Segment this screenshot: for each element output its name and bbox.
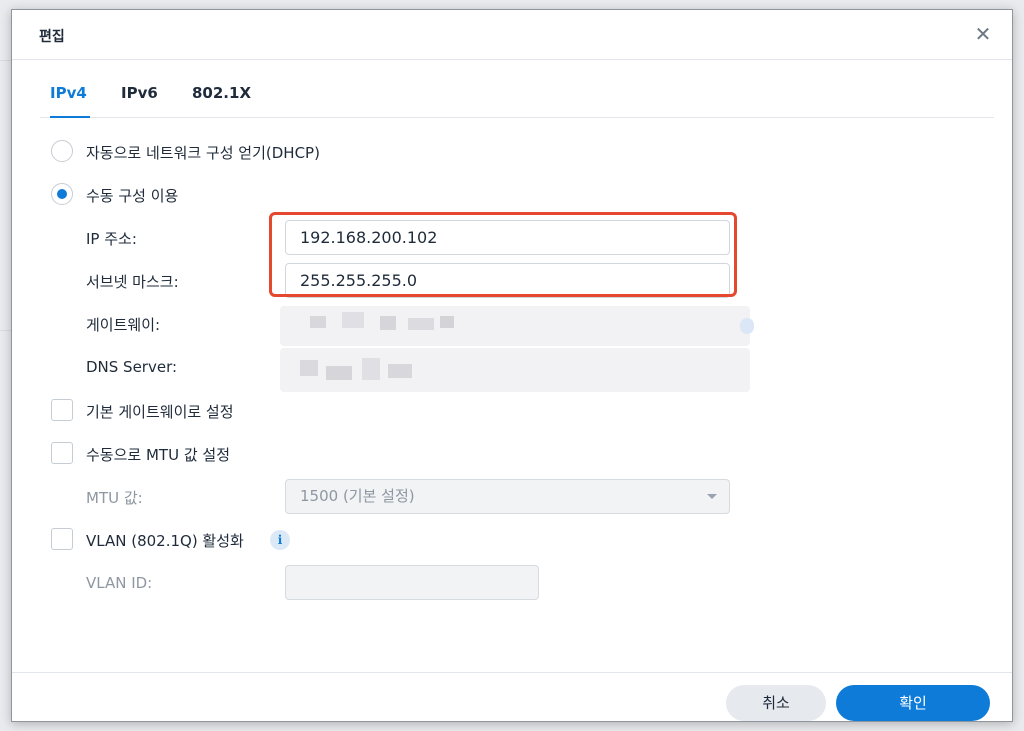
- redaction-pixel: [440, 316, 454, 328]
- mtu-value-label: MTU 값:: [86, 489, 143, 507]
- mtu-selected-value: 1500 (기본 설정): [300, 487, 415, 505]
- vlan-checkbox[interactable]: [51, 528, 73, 550]
- manual-config-label: 수동 구성 이용: [86, 187, 179, 205]
- tab-ipv6[interactable]: IPv6: [121, 84, 158, 102]
- chevron-down-icon: [707, 494, 717, 499]
- dhcp-label: 자동으로 네트워크 구성 얻기(DHCP): [86, 144, 320, 162]
- manual-mtu-label: 수동으로 MTU 값 설정: [86, 446, 230, 464]
- cancel-button[interactable]: 취소: [726, 685, 826, 721]
- dialog-footer: 취소 확인: [12, 672, 1012, 723]
- redaction-pixel: [362, 358, 380, 380]
- backdrop-divider: [0, 60, 11, 61]
- redaction-pixel: [300, 360, 318, 376]
- backdrop-divider: [0, 330, 11, 331]
- dns-server-input-redacted[interactable]: [280, 348, 750, 392]
- redaction-pixel: [342, 312, 364, 328]
- ip-address-input[interactable]: [285, 220, 730, 255]
- vlan-id-input[interactable]: [285, 565, 539, 600]
- vlan-label: VLAN (802.1Q) 활성화: [86, 532, 244, 550]
- dialog-title: 편집: [39, 29, 65, 45]
- ip-address-label: IP 주소:: [86, 230, 137, 248]
- default-gateway-label: 기본 게이트웨이로 설정: [86, 403, 234, 421]
- dhcp-radio[interactable]: [51, 140, 73, 162]
- manual-mtu-checkbox[interactable]: [51, 442, 73, 464]
- close-icon[interactable]: ✕: [972, 23, 994, 45]
- gateway-input-redacted[interactable]: [280, 306, 754, 346]
- redaction-pixel: [326, 366, 352, 380]
- mtu-value-select[interactable]: 1500 (기본 설정): [285, 479, 730, 514]
- redaction-pixel: [388, 364, 412, 378]
- manual-config-radio[interactable]: [51, 183, 73, 205]
- edit-network-dialog: 편집 ✕ IPv4 IPv6 802.1X 자동으로 네트워크 구성 얻기(DH…: [11, 9, 1013, 722]
- default-gateway-checkbox[interactable]: [51, 399, 73, 421]
- gateway-label: 게이트웨이:: [86, 316, 161, 334]
- vlan-id-label: VLAN ID:: [86, 574, 153, 592]
- dns-server-label: DNS Server:: [86, 358, 178, 376]
- subnet-mask-input[interactable]: [285, 263, 730, 298]
- redaction-pixel: [740, 318, 754, 334]
- redaction-pixel: [380, 316, 396, 330]
- tab-8021x[interactable]: 802.1X: [192, 84, 251, 102]
- tab-ipv4[interactable]: IPv4: [50, 84, 87, 102]
- info-icon[interactable]: i: [270, 530, 290, 550]
- redaction-pixel: [310, 316, 326, 328]
- ok-button[interactable]: 확인: [836, 685, 990, 721]
- active-tab-indicator: [50, 116, 90, 118]
- redaction-pixel: [408, 318, 434, 330]
- dialog-header: 편집 ✕: [12, 10, 1012, 60]
- subnet-mask-label: 서브넷 마스크:: [86, 273, 179, 291]
- tab-bar: IPv4 IPv6 802.1X: [40, 82, 994, 118]
